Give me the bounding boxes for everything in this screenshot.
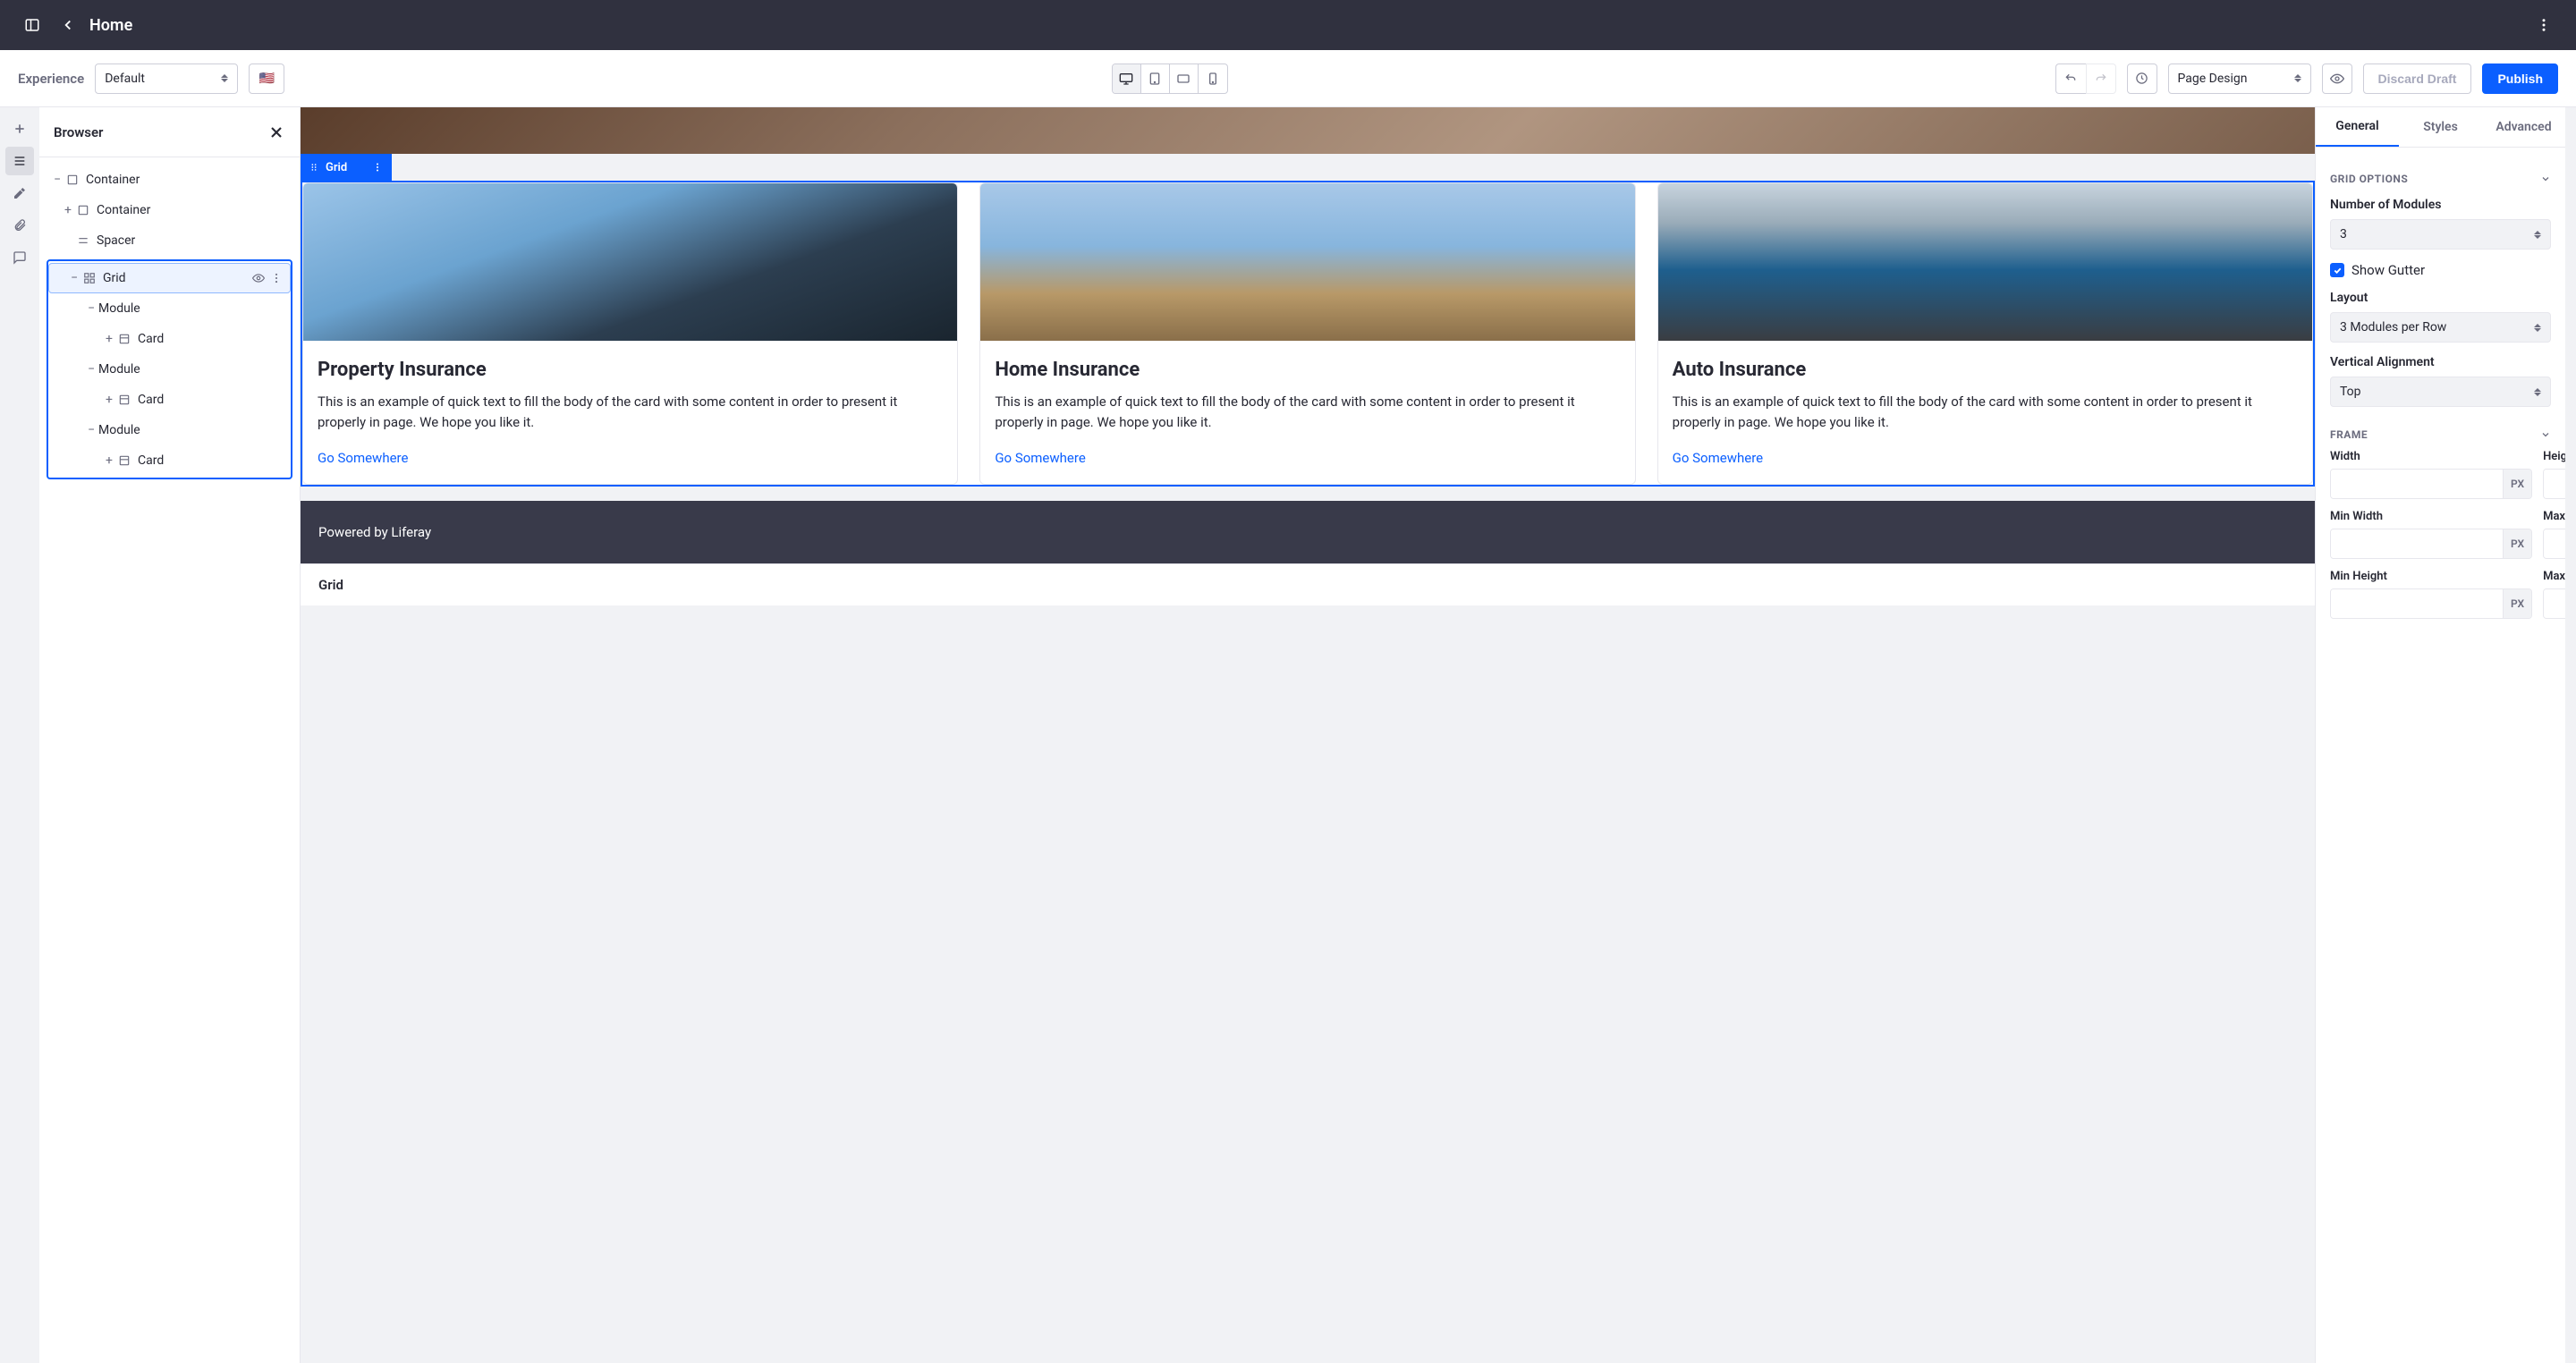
- width-label: Width: [2330, 450, 2532, 463]
- card-link[interactable]: Go Somewhere: [995, 450, 1085, 466]
- locale-flag-button[interactable]: 🇺🇸: [249, 63, 284, 94]
- properties-panel: General Styles Advanced GRID OPTIONS Num…: [2315, 107, 2565, 1363]
- tab-styles[interactable]: Styles: [2399, 107, 2482, 147]
- breadcrumb: Grid: [301, 563, 2315, 605]
- section-frame[interactable]: FRAME: [2330, 428, 2551, 441]
- tree-node-grid[interactable]: − Grid: [48, 263, 291, 293]
- valign-label: Vertical Alignment: [2330, 355, 2551, 369]
- tree-node-card[interactable]: + Card: [48, 324, 291, 354]
- page-design-select[interactable]: Page Design: [2168, 63, 2311, 94]
- tree-node-spacer[interactable]: Spacer: [43, 225, 296, 256]
- chevron-down-icon: [2540, 429, 2551, 440]
- card-image: [303, 183, 957, 341]
- editor-toolbar: Experience Default 🇺🇸 Page Design: [0, 50, 2576, 107]
- tree-node-module[interactable]: − Module: [48, 415, 291, 445]
- grid-selection[interactable]: Property Insurance This is an example of…: [301, 181, 2315, 487]
- undo-icon[interactable]: [2055, 63, 2086, 94]
- unit-select[interactable]: PX: [2503, 589, 2531, 618]
- device-preview-group: [1112, 63, 1228, 94]
- num-modules-label: Number of Modules: [2330, 198, 2551, 212]
- unit-select[interactable]: PX: [2503, 529, 2531, 558]
- discard-draft-button[interactable]: Discard Draft: [2363, 63, 2472, 94]
- max-width-input[interactable]: [2544, 529, 2565, 558]
- width-input[interactable]: [2331, 470, 2503, 498]
- valign-select[interactable]: Top: [2330, 377, 2551, 407]
- min-height-label: Min Height: [2330, 570, 2532, 583]
- height-label: Height: [2543, 450, 2565, 463]
- add-icon[interactable]: [5, 114, 34, 143]
- left-rail: [0, 107, 39, 1363]
- section-grid-options[interactable]: GRID OPTIONS: [2330, 173, 2551, 185]
- max-height-label: Max Height: [2543, 570, 2565, 583]
- kebab-menu-icon[interactable]: [2526, 7, 2562, 43]
- hero-image: [301, 107, 2315, 154]
- experience-select[interactable]: Default: [95, 63, 238, 94]
- card-title: Home Insurance: [995, 359, 1620, 381]
- card-image: [1658, 183, 2312, 341]
- min-width-input[interactable]: [2331, 529, 2503, 558]
- layout-select[interactable]: 3 Modules per Row: [2330, 312, 2551, 343]
- max-height-input[interactable]: [2544, 589, 2565, 618]
- kebab-icon[interactable]: [270, 272, 283, 284]
- experience-label: Experience: [18, 71, 84, 87]
- card-text: This is an example of quick text to fill…: [995, 392, 1620, 432]
- browser-panel: Browser − Container + Container Spacer: [39, 107, 301, 1363]
- tree-node-module[interactable]: − Module: [48, 354, 291, 385]
- chevron-down-icon: [2540, 174, 2551, 184]
- back-icon[interactable]: [50, 7, 86, 43]
- device-tablet-landscape-icon[interactable]: [1170, 64, 1199, 93]
- sidebar-toggle-icon[interactable]: [14, 7, 50, 43]
- min-height-input[interactable]: [2331, 589, 2503, 618]
- tree-node-card[interactable]: + Card: [48, 385, 291, 415]
- min-width-label: Min Width: [2330, 510, 2532, 523]
- close-icon[interactable]: [267, 123, 285, 141]
- comments-icon[interactable]: [5, 243, 34, 272]
- num-modules-select[interactable]: 3: [2330, 219, 2551, 250]
- max-width-label: Max Width: [2543, 510, 2565, 523]
- preview-icon[interactable]: [2322, 63, 2352, 94]
- card[interactable]: Auto Insurance This is an example of qui…: [1657, 182, 2313, 485]
- card[interactable]: Home Insurance This is an example of qui…: [979, 182, 1635, 485]
- canvas[interactable]: Grid Property Insurance This is an examp…: [301, 107, 2315, 1363]
- device-desktop-icon[interactable]: [1113, 64, 1141, 93]
- unit-select[interactable]: PX: [2503, 470, 2531, 498]
- card[interactable]: Property Insurance This is an example of…: [302, 182, 958, 485]
- card-title: Property Insurance: [318, 359, 943, 381]
- browser-icon[interactable]: [5, 147, 34, 175]
- drag-icon[interactable]: [309, 162, 318, 173]
- card-title: Auto Insurance: [1673, 359, 2298, 381]
- height-input[interactable]: [2544, 470, 2565, 498]
- page-title: Home: [89, 16, 132, 35]
- visibility-icon[interactable]: [252, 272, 265, 284]
- device-tablet-icon[interactable]: [1141, 64, 1170, 93]
- history-icon[interactable]: [2127, 63, 2157, 94]
- card-link[interactable]: Go Somewhere: [318, 450, 408, 466]
- device-mobile-icon[interactable]: [1199, 64, 1227, 93]
- publish-button[interactable]: Publish: [2482, 63, 2558, 94]
- browser-panel-title: Browser: [54, 124, 103, 140]
- browser-tree: − Container + Container Spacer − Grid: [39, 157, 300, 1363]
- layout-label: Layout: [2330, 291, 2551, 305]
- card-text: This is an example of quick text to fill…: [318, 392, 943, 432]
- show-gutter-checkbox[interactable]: [2330, 263, 2344, 277]
- card-image: [980, 183, 1634, 341]
- tab-general[interactable]: General: [2316, 107, 2399, 147]
- design-icon[interactable]: [5, 179, 34, 207]
- scrollbar[interactable]: [2565, 107, 2576, 1363]
- card-link[interactable]: Go Somewhere: [1673, 450, 1763, 466]
- footer: Powered by Liferay: [301, 501, 2315, 563]
- attachment-icon[interactable]: [5, 211, 34, 240]
- redo-icon[interactable]: [2086, 63, 2116, 94]
- tree-node-container[interactable]: + Container: [43, 195, 296, 225]
- show-gutter-label: Show Gutter: [2351, 262, 2425, 278]
- top-bar: Home: [0, 0, 2576, 50]
- tree-node-module[interactable]: − Module: [48, 293, 291, 324]
- kebab-icon[interactable]: [372, 162, 383, 173]
- selection-tag[interactable]: Grid: [301, 154, 392, 181]
- tree-node-card[interactable]: + Card: [48, 445, 291, 476]
- tab-advanced[interactable]: Advanced: [2482, 107, 2565, 147]
- tree-node-container[interactable]: − Container: [43, 165, 296, 195]
- card-text: This is an example of quick text to fill…: [1673, 392, 2298, 432]
